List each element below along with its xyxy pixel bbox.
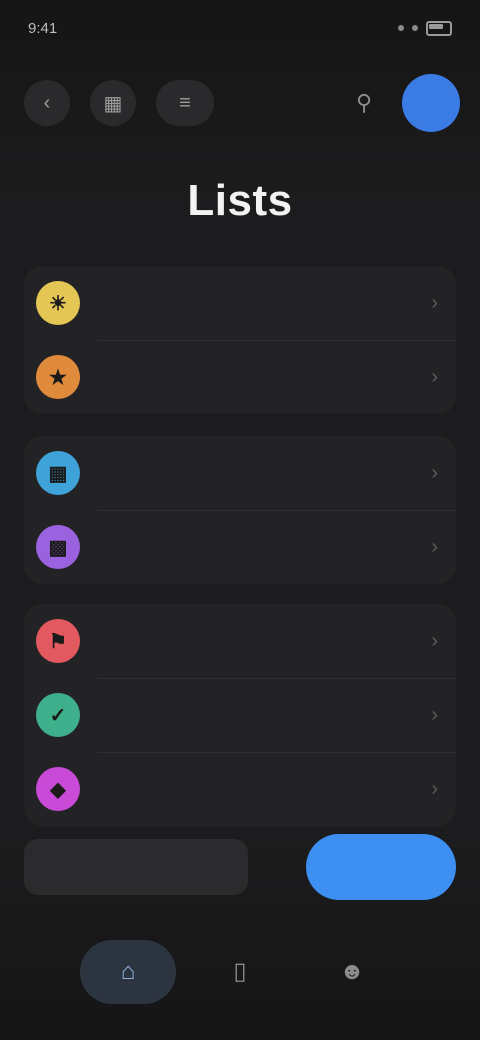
status-bar: 9:41 [28, 14, 452, 42]
nav-item-documents[interactable]: ▯ [192, 940, 288, 1004]
signal-icon [398, 25, 404, 31]
list-item[interactable]: ▩ › [24, 510, 456, 584]
nav-item-home[interactable]: ⌂ [80, 940, 176, 1004]
list-item[interactable]: ⚑ › [24, 604, 456, 678]
chevron-right-icon: › [431, 777, 438, 800]
top-app-bar: ‹ ▦ ≡ ⚲ [24, 70, 460, 136]
list-section-3: ⚑ › ✓ › ◆ › [24, 604, 456, 826]
person-icon: ☻ [339, 958, 365, 985]
calendar-icon: ▦ [36, 451, 80, 495]
list-section-2: ▦ › ▩ › [24, 436, 456, 584]
top-bar-right: ⚲ [344, 74, 460, 132]
search-input[interactable] [24, 839, 248, 895]
search-icon[interactable]: ⚲ [344, 83, 384, 123]
back-icon[interactable]: ‹ [24, 80, 70, 126]
document-icon: ▯ [233, 958, 247, 985]
list-item[interactable]: ☀ › [24, 266, 456, 340]
nav-item-profile[interactable]: ☻ [304, 940, 400, 1004]
inbox-icon: ▩ [36, 525, 80, 569]
sun-icon: ☀ [36, 281, 80, 325]
list-item[interactable]: ★ › [24, 340, 456, 414]
status-right [398, 20, 452, 36]
chevron-right-icon: › [431, 461, 438, 484]
page-title: Lists [187, 176, 293, 225]
chevron-right-icon: › [431, 629, 438, 652]
check-icon: ✓ [36, 693, 80, 737]
home-icon: ⌂ [120, 958, 136, 985]
primary-action-button[interactable] [306, 834, 456, 900]
list-item[interactable]: ✓ › [24, 678, 456, 752]
list-item[interactable]: ▦ › [24, 436, 456, 510]
chevron-right-icon: › [431, 365, 438, 388]
grid-icon[interactable]: ▦ [90, 80, 136, 126]
chevron-right-icon: › [431, 535, 438, 558]
top-bar-left: ‹ ▦ ≡ [24, 80, 214, 126]
flag-icon: ⚑ [36, 619, 80, 663]
filter-icon[interactable]: ≡ [156, 80, 214, 126]
bottom-actions [24, 824, 456, 910]
bottom-nav: ⌂ ▯ ☻ [80, 934, 400, 1010]
status-left: 9:41 [28, 20, 57, 37]
list-section-1: ☀ › ★ › [24, 266, 456, 414]
battery-icon [426, 20, 452, 36]
star-icon: ★ [36, 355, 80, 399]
list-item[interactable]: ◆ › [24, 752, 456, 826]
status-time: 9:41 [28, 19, 58, 37]
chevron-right-icon: › [431, 703, 438, 726]
chevron-right-icon: › [431, 291, 438, 314]
tag-icon: ◆ [36, 767, 80, 811]
avatar[interactable] [402, 74, 460, 132]
wifi-icon [412, 25, 418, 31]
app-screen: 9:41 ‹ ▦ ≡ ⚲ Lists ☀ › ★ › ▦ › ▩ › ⚑ › ✓… [0, 0, 480, 1040]
